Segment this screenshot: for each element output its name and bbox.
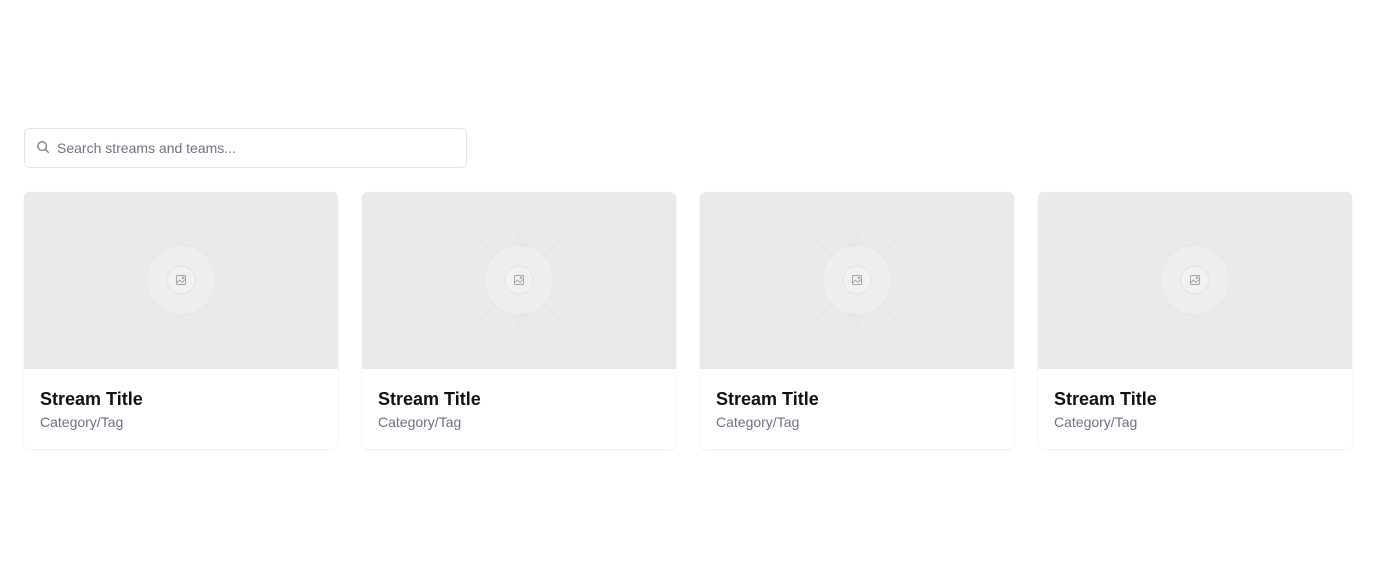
stream-thumbnail xyxy=(24,192,338,369)
stream-category: Category/Tag xyxy=(716,414,800,430)
stream-category: Category/Tag xyxy=(378,414,462,430)
stream-grid: Stream Title Category/Tag Stream Title C… xyxy=(24,192,1352,449)
stream-category: Category/Tag xyxy=(40,414,124,430)
search-icon xyxy=(37,141,50,154)
search-input[interactable] xyxy=(57,129,461,167)
stream-card[interactable]: Stream Title Category/Tag xyxy=(700,192,1014,449)
stream-title: Stream Title xyxy=(378,389,481,409)
search-bar[interactable] xyxy=(24,128,467,168)
stream-card[interactable]: Stream Title Category/Tag xyxy=(362,192,676,449)
stream-thumbnail xyxy=(362,192,676,369)
stream-category: Category/Tag xyxy=(1054,414,1138,430)
stream-card[interactable]: Stream Title Category/Tag xyxy=(1038,192,1352,449)
stream-card[interactable]: Stream Title Category/Tag xyxy=(24,192,338,449)
stream-title: Stream Title xyxy=(40,389,143,409)
stream-thumbnail xyxy=(1038,192,1352,369)
stream-thumbnail xyxy=(700,192,1014,369)
stream-title: Stream Title xyxy=(1054,389,1157,409)
stream-title: Stream Title xyxy=(716,389,819,409)
